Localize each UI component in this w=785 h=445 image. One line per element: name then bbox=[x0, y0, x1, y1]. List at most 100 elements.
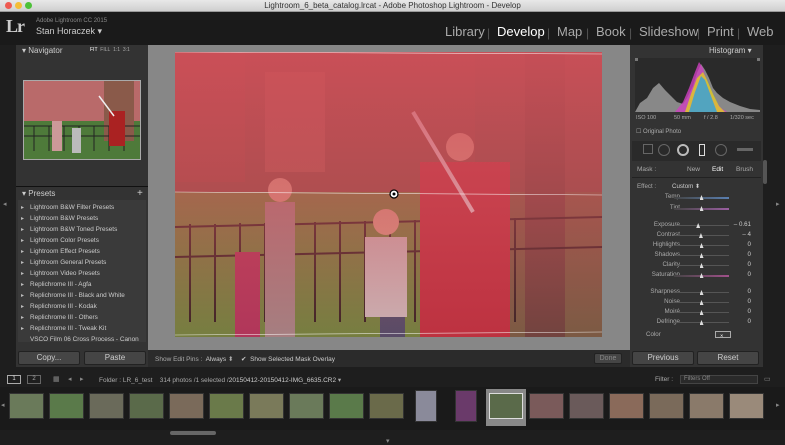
preset-folder[interactable]: Lightroom B&W Toned Presets bbox=[21, 226, 117, 233]
slider-track[interactable] bbox=[674, 253, 729, 258]
preset-folder[interactable]: Replichrome III - Tweak Kit bbox=[21, 325, 106, 332]
radial-filter-icon[interactable] bbox=[715, 144, 727, 156]
back-arrow-icon[interactable]: ◂ bbox=[68, 375, 72, 383]
slider-track[interactable] bbox=[674, 310, 729, 315]
primary-window-button[interactable]: 1 bbox=[7, 375, 21, 384]
filmstrip-scrollbar[interactable] bbox=[170, 431, 216, 435]
preset-folder[interactable]: Replichrome III - Agfa bbox=[21, 281, 92, 288]
navigator-zoom[interactable]: FIT FILL 1:1 3:1 bbox=[90, 47, 130, 53]
slider-track[interactable] bbox=[674, 263, 729, 268]
preset-folder[interactable]: VSCO Film 06 Cross Process - Canon bbox=[30, 336, 142, 343]
mask-brush[interactable]: Brush bbox=[736, 166, 753, 173]
preset-folder[interactable]: Lightroom Effect Presets bbox=[21, 248, 100, 255]
filmstrip-thumb[interactable] bbox=[129, 393, 164, 419]
filmstrip-left-icon[interactable]: ◂ bbox=[1, 401, 5, 409]
slider-value[interactable]: 0 bbox=[731, 261, 751, 268]
adjustment-brush-icon[interactable] bbox=[737, 148, 753, 151]
slider-track[interactable] bbox=[674, 223, 729, 228]
secondary-window-button[interactable]: 2 bbox=[27, 375, 41, 384]
slider-value[interactable]: 0 bbox=[731, 288, 751, 295]
navigator-preview[interactable] bbox=[23, 80, 141, 160]
filmstrip-thumb[interactable] bbox=[289, 393, 324, 419]
red-eye-icon[interactable] bbox=[677, 144, 689, 156]
slider-track[interactable] bbox=[674, 243, 729, 248]
slider-track[interactable] bbox=[674, 195, 729, 200]
module-book[interactable]: Book bbox=[596, 24, 626, 39]
graduated-filter-icon[interactable] bbox=[699, 144, 705, 156]
histogram-chart[interactable] bbox=[635, 58, 760, 112]
slider-track[interactable] bbox=[674, 300, 729, 305]
copy-button[interactable]: Copy... bbox=[18, 351, 80, 365]
preset-folder[interactable]: Lightroom Video Presets bbox=[21, 270, 100, 277]
filmstrip-thumb[interactable] bbox=[9, 393, 44, 419]
preset-folder[interactable]: Lightroom Color Presets bbox=[21, 237, 99, 244]
user-name[interactable]: Stan Horaczek ▾ bbox=[36, 26, 102, 37]
collapse-right-icon[interactable]: ▸ bbox=[776, 200, 780, 208]
filmstrip-thumb[interactable] bbox=[729, 393, 764, 419]
preset-folder[interactable]: Lightroom General Presets bbox=[21, 259, 106, 266]
filmstrip-thumb[interactable] bbox=[49, 393, 84, 419]
slider-value[interactable]: – 4 bbox=[731, 231, 751, 238]
filmstrip-thumb[interactable] bbox=[455, 390, 477, 422]
original-photo-toggle[interactable]: ☐ Original Photo bbox=[636, 128, 681, 135]
filmstrip-thumb[interactable] bbox=[649, 393, 684, 419]
filmstrip-thumb[interactable] bbox=[209, 393, 244, 419]
collapse-left-icon[interactable]: ◂ bbox=[3, 200, 7, 208]
slider-value[interactable]: 0 bbox=[731, 308, 751, 315]
filmstrip-thumb-selected[interactable] bbox=[489, 393, 523, 419]
grid-view-icon[interactable]: ▦ bbox=[53, 375, 60, 383]
filter-dropdown[interactable]: Filters Off bbox=[680, 375, 758, 384]
slider-value[interactable]: 0 bbox=[731, 271, 751, 278]
navigator-header[interactable]: ▾ Navigator bbox=[22, 46, 63, 55]
filmstrip-thumb[interactable] bbox=[415, 390, 437, 422]
filmstrip-thumb[interactable] bbox=[529, 393, 564, 419]
mask-new[interactable]: New bbox=[687, 166, 700, 173]
mask-overlay-toggle[interactable]: ✔ Show Selected Mask Overlay bbox=[241, 355, 335, 363]
filmstrip-thumb[interactable] bbox=[569, 393, 604, 419]
done-button[interactable]: Done bbox=[594, 353, 622, 364]
spot-removal-icon[interactable] bbox=[658, 144, 670, 156]
module-web[interactable]: Web bbox=[747, 24, 774, 39]
module-map[interactable]: Map bbox=[557, 24, 582, 39]
forward-arrow-icon[interactable]: ▸ bbox=[80, 375, 84, 383]
slider-track[interactable] bbox=[674, 290, 729, 295]
module-slideshow[interactable]: Slideshow bbox=[639, 24, 698, 39]
previous-button[interactable]: Previous bbox=[632, 351, 694, 365]
effect-dropdown[interactable]: Custom ⬍ bbox=[672, 183, 700, 190]
module-print[interactable]: Print bbox=[707, 24, 734, 39]
filmstrip-right-icon[interactable]: ▸ bbox=[776, 401, 780, 409]
slider-value[interactable]: 0 bbox=[731, 251, 751, 258]
preset-folder[interactable]: Replichrome III - Black and White bbox=[21, 292, 125, 299]
preset-folder[interactable]: Replichrome III - Kodak bbox=[21, 303, 97, 310]
right-panel-scrollbar[interactable] bbox=[763, 160, 767, 184]
paste-button[interactable]: Paste bbox=[84, 351, 146, 365]
slider-track[interactable] bbox=[674, 320, 729, 325]
slider-value[interactable]: 0 bbox=[731, 298, 751, 305]
reset-button[interactable]: Reset bbox=[697, 351, 759, 365]
mask-edit[interactable]: Edit bbox=[712, 166, 723, 173]
filmstrip-source[interactable]: Folder : LR_6_test 314 photos /1 selecte… bbox=[99, 376, 341, 384]
slider-track[interactable] bbox=[674, 206, 729, 211]
filmstrip-thumb[interactable] bbox=[249, 393, 284, 419]
module-develop[interactable]: Develop bbox=[497, 24, 545, 39]
filmstrip-thumb[interactable] bbox=[329, 393, 364, 419]
filmstrip-thumb[interactable] bbox=[369, 393, 404, 419]
filmstrip-thumb[interactable] bbox=[89, 393, 124, 419]
show-edit-pins[interactable]: Show Edit Pins : Always ⬍ bbox=[155, 355, 233, 363]
filmstrip-thumb[interactable] bbox=[689, 393, 724, 419]
crop-tool-icon[interactable] bbox=[643, 144, 653, 154]
slider-track[interactable] bbox=[674, 273, 729, 278]
add-preset-button[interactable]: + bbox=[137, 188, 143, 199]
slider-value[interactable]: 0 bbox=[731, 241, 751, 248]
presets-header[interactable]: ▾ Presets bbox=[22, 189, 55, 198]
edited-photo[interactable] bbox=[175, 52, 602, 337]
slider-value[interactable]: 0 bbox=[731, 318, 751, 325]
preset-folder[interactable]: Replichrome III - Others bbox=[21, 314, 98, 321]
preset-folder[interactable]: Lightroom B&W Filter Presets bbox=[21, 204, 114, 211]
filmstrip-thumb[interactable] bbox=[169, 393, 204, 419]
filmstrip-thumb[interactable] bbox=[609, 393, 644, 419]
slider-track[interactable] bbox=[674, 233, 729, 238]
filter-lock-icon[interactable]: ▭ bbox=[764, 375, 771, 383]
histogram-header[interactable]: Histogram ▾ bbox=[709, 46, 752, 55]
module-library[interactable]: Library bbox=[445, 24, 485, 39]
